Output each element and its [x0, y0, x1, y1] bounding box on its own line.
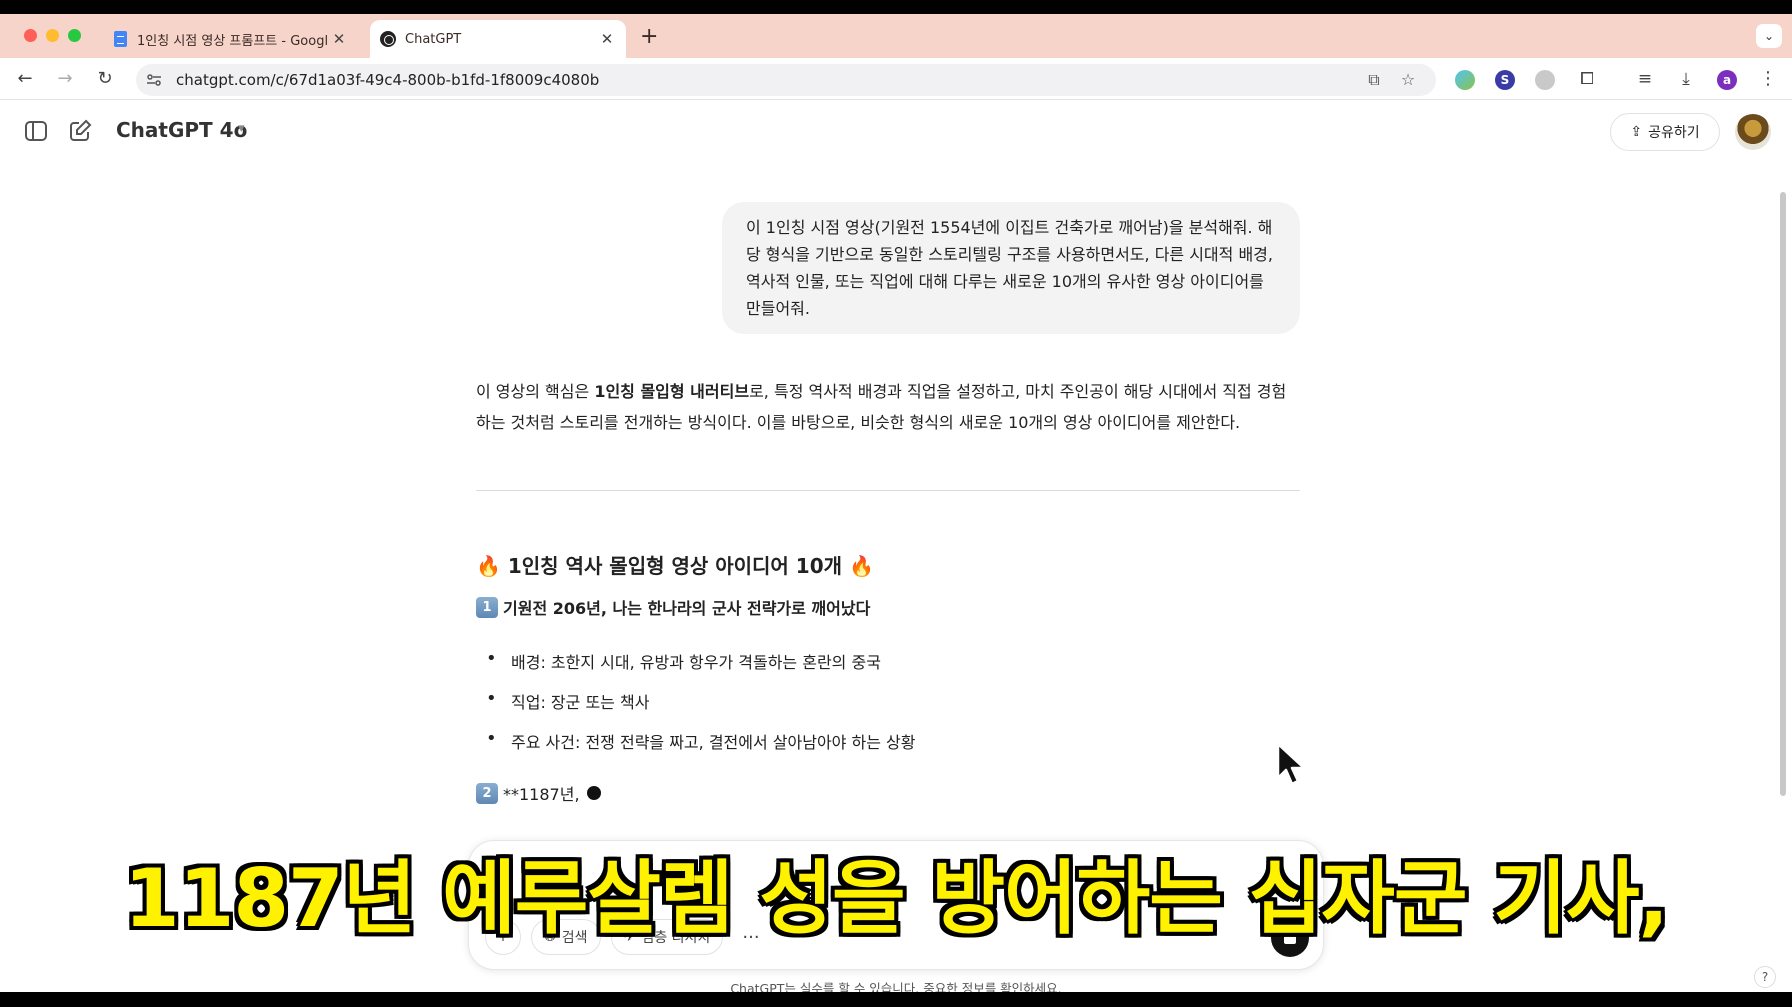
browser-toolbar: ← → ↻ chatgpt.com/c/67d1a03f-49c4-800b-b… — [0, 58, 1792, 100]
forward-icon[interactable]: → — [52, 66, 78, 92]
list-item-text: 직업: 장군 또는 책사 — [511, 693, 650, 712]
extension-s-icon[interactable]: S — [1495, 70, 1515, 90]
idea-title-partial: **1187년, — [503, 785, 580, 804]
share-icon: ⇪ — [1630, 124, 1643, 140]
scrollbar[interactable] — [1780, 192, 1786, 796]
tab-google-docs[interactable]: 1인칭 시점 영상 프롬프트 - Googl ✕ — [102, 20, 358, 58]
profile-avatar[interactable]: a — [1717, 70, 1737, 90]
keycap-number-icon: 1 — [476, 596, 498, 618]
browser-window: 1인칭 시점 영상 프롬프트 - Googl ✕ ChatGPT ✕ + ⌄ ←… — [0, 14, 1792, 992]
more-menu-icon[interactable]: ⋮ — [1755, 66, 1781, 92]
site-settings-icon[interactable] — [146, 72, 162, 88]
tab-search-icon[interactable]: ⌄ — [1756, 24, 1782, 48]
google-docs-icon — [112, 31, 128, 47]
close-window-button[interactable] — [24, 29, 37, 42]
list-item-text: 배경: 초한지 시대, 유방과 항우가 격돌하는 혼란의 중국 — [511, 653, 881, 672]
divider — [476, 490, 1300, 491]
close-tab-icon[interactable]: ✕ — [598, 30, 616, 48]
extension-icon[interactable] — [1455, 70, 1475, 90]
tab-strip: 1인칭 시점 영상 프롬프트 - Googl ✕ ChatGPT ✕ + ⌄ — [0, 14, 1792, 58]
keycap-number-icon: 2 — [476, 782, 498, 804]
address-bar[interactable]: chatgpt.com/c/67d1a03f-49c4-800b-b1fd-1f… — [136, 64, 1436, 96]
open-in-app-icon[interactable]: ⧉ — [1362, 68, 1386, 92]
url-text: chatgpt.com/c/67d1a03f-49c4-800b-b1fd-1f… — [176, 71, 600, 89]
share-button[interactable]: ⇪ 공유하기 — [1610, 113, 1720, 151]
list-item: 직업: 장군 또는 책사 — [486, 688, 650, 713]
tab-chatgpt[interactable]: ChatGPT ✕ — [370, 20, 626, 58]
disclaimer: ChatGPT는 실수를 할 수 있습니다. 중요한 정보를 확인하세요. — [730, 981, 1062, 992]
idea-title: 기원전 206년, 나는 한나라의 군사 전략가로 깨어났다 — [503, 599, 871, 618]
list-item: 주요 사건: 전쟁 전략을 짜고, 결전에서 살아남아야 하는 상황 — [486, 728, 916, 753]
user-message: 이 1인칭 시점 영상(기원전 1554년에 이집트 건축가로 깨어남)을 분석… — [722, 202, 1300, 334]
new-chat-icon[interactable] — [66, 117, 94, 145]
mouse-cursor-icon — [1276, 742, 1306, 786]
bookmark-star-icon[interactable]: ☆ — [1396, 68, 1420, 92]
assistant-intro: 이 영상의 핵심은 1인칭 몰입형 내러티브로, 특정 역사적 배경과 직업을 … — [476, 376, 1300, 438]
tab-title: 1인칭 시점 영상 프롬프트 - Googl — [137, 33, 329, 49]
list-item: 배경: 초한지 시대, 유방과 항우가 격돌하는 혼란의 중국 — [486, 648, 881, 673]
list-item-text: 주요 사건: 전쟁 전략을 짜고, 결전에서 살아남아야 하는 상황 — [511, 733, 916, 752]
user-avatar[interactable] — [1735, 114, 1771, 150]
model-selector[interactable]: ChatGPT 4o — [116, 118, 247, 142]
chevron-down-icon[interactable]: ▾ — [238, 121, 245, 136]
video-subtitle: 1187년 예루살렘 성을 방어하는 십자군 기사, — [124, 852, 1669, 945]
chatgpt-icon — [380, 31, 396, 47]
ideas-heading: 🔥 1인칭 역사 몰입형 영상 아이디어 10개 🔥 — [476, 554, 874, 578]
help-icon[interactable]: ? — [1754, 966, 1776, 988]
extension-gray-icon[interactable] — [1535, 70, 1555, 90]
maximize-window-button[interactable] — [68, 29, 81, 42]
reload-icon[interactable]: ↻ — [92, 66, 118, 92]
idea-1-title: 1 기원전 206년, 나는 한나라의 군사 전략가로 깨어났다 — [476, 595, 870, 619]
chat-header: ChatGPT 4o ▾ ⇪ 공유하기 — [0, 101, 1792, 161]
reading-list-icon[interactable]: ≡ — [1632, 66, 1658, 92]
streaming-indicator — [586, 786, 601, 800]
sidebar-toggle-icon[interactable] — [22, 117, 50, 145]
tab-title: ChatGPT — [405, 31, 462, 47]
minimize-window-button[interactable] — [46, 29, 59, 42]
idea-2-title: 2 **1187년, — [476, 781, 601, 805]
close-tab-icon[interactable]: ✕ — [330, 30, 348, 48]
intro-text: 이 영상의 핵심은 — [476, 382, 595, 401]
back-icon[interactable]: ← — [12, 66, 38, 92]
new-tab-icon[interactable]: + — [640, 24, 658, 49]
download-icon[interactable]: ⤓ — [1673, 66, 1699, 92]
share-label: 공유하기 — [1648, 125, 1700, 141]
extensions-puzzle-icon[interactable]: ⧠ — [1574, 66, 1600, 92]
intro-bold: 1인칭 몰입형 내러티브 — [594, 382, 750, 401]
